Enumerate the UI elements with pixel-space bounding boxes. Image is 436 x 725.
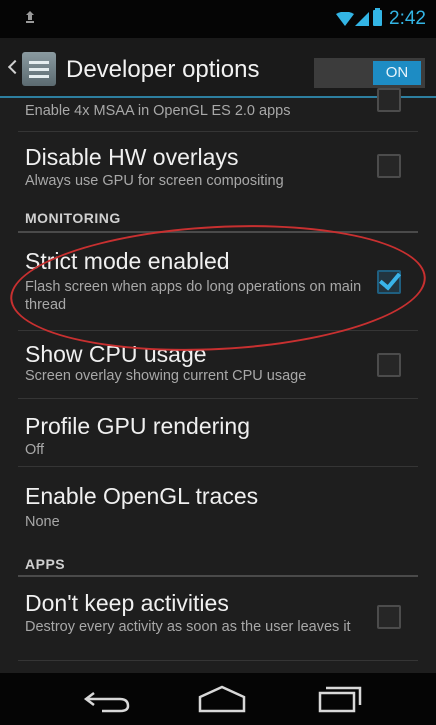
action-bar: Developer options ON	[0, 38, 436, 98]
developer-options-toggle[interactable]: ON	[314, 58, 425, 88]
section-divider	[18, 231, 418, 233]
pref-force-4x-msaa[interactable]: Enable 4x MSAA in OpenGL ES 2.0 apps	[0, 88, 436, 128]
pref-summary: None	[25, 514, 60, 530]
section-divider	[18, 575, 418, 577]
section-header-monitoring: MONITORING	[25, 210, 121, 226]
toggle-on-label: ON	[373, 61, 421, 85]
pref-title: Don't keep activities	[25, 590, 229, 616]
pref-disable-hw-overlays[interactable]: Disable HW overlays Always use GPU for s…	[0, 132, 436, 200]
notification-icon	[26, 11, 34, 23]
pref-enable-opengl-traces[interactable]: Enable OpenGL traces None	[0, 467, 436, 547]
checkbox[interactable]	[377, 88, 401, 112]
battery-icon	[373, 8, 382, 26]
up-caret-icon[interactable]	[7, 59, 23, 75]
recent-apps-icon[interactable]	[308, 683, 368, 715]
wifi-icon	[336, 12, 354, 26]
back-icon[interactable]	[78, 683, 138, 715]
pref-summary: Off	[25, 442, 45, 458]
divider	[18, 660, 418, 661]
pref-title: Strict mode enabled	[25, 248, 230, 274]
pref-summary: Always use GPU for screen compositing	[25, 173, 284, 189]
pref-summary: Screen overlay showing current CPU usage	[25, 368, 307, 384]
pref-summary: Flash screen when apps do long operation…	[25, 279, 362, 313]
section-header-apps: APPS	[25, 556, 66, 572]
pref-dont-keep-activities[interactable]: Don't keep activities Destroy every acti…	[0, 578, 436, 668]
disable-hw-overlays-checkbox[interactable]	[377, 154, 401, 178]
show-cpu-usage-checkbox[interactable]	[377, 353, 401, 377]
strict-mode-checkbox[interactable]	[377, 270, 401, 294]
signal-icon	[355, 12, 369, 26]
pref-title: Show CPU usage	[25, 341, 207, 367]
status-clock: 2:42	[389, 8, 426, 29]
settings-app-icon[interactable]	[22, 52, 56, 86]
page-title: Developer options	[66, 56, 260, 83]
pref-title: Disable HW overlays	[25, 144, 239, 170]
dont-keep-activities-checkbox[interactable]	[377, 605, 401, 629]
pref-summary: Destroy every activity as soon as the us…	[25, 619, 351, 635]
home-icon[interactable]	[192, 683, 252, 715]
pref-show-cpu-usage[interactable]: Show CPU usage Screen overlay showing cu…	[0, 331, 436, 399]
status-bar: 2:42	[0, 0, 436, 38]
pref-title: Profile GPU rendering	[25, 413, 250, 439]
pref-summary: Enable 4x MSAA in OpenGL ES 2.0 apps	[25, 103, 291, 119]
navigation-bar	[0, 673, 436, 725]
pref-strict-mode[interactable]: Strict mode enabled Flash screen when ap…	[0, 234, 436, 326]
pref-title: Enable OpenGL traces	[25, 483, 259, 509]
